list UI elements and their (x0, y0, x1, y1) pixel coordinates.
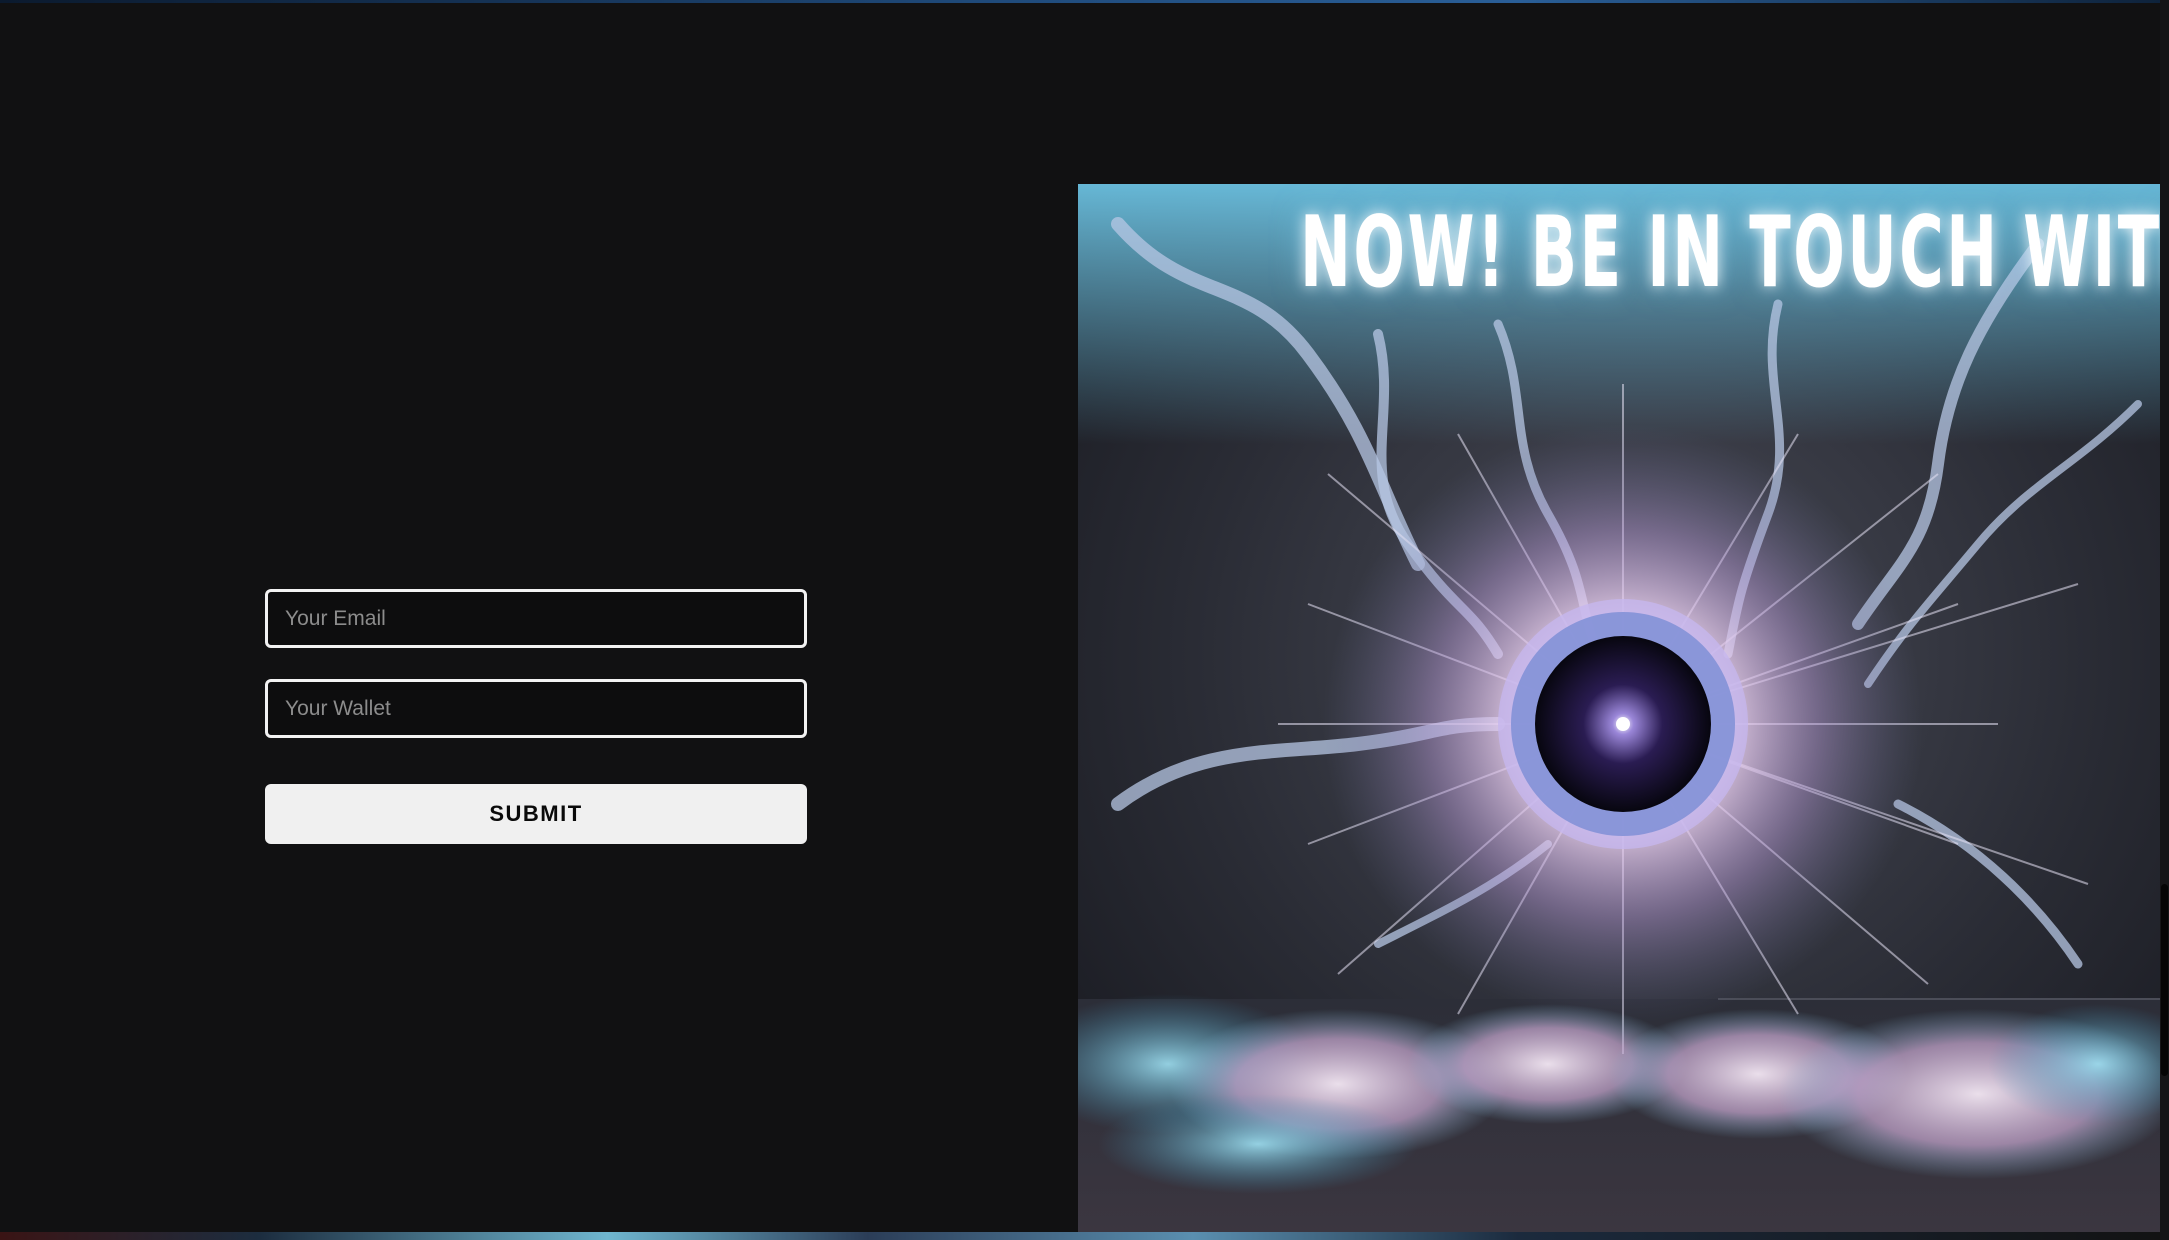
contact-page: SUBMIT (0, 0, 2169, 1240)
top-accent-line (0, 0, 2169, 3)
scrollbar-thumb[interactable] (2161, 884, 2168, 1076)
email-input[interactable] (265, 589, 807, 648)
crystal-eye-illustration (1078, 184, 2160, 1232)
contact-form: SUBMIT (265, 589, 807, 844)
hero-artwork: NOW! BE IN TOUCH WITH US (1078, 184, 2160, 1232)
submit-button[interactable]: SUBMIT (265, 784, 807, 844)
headline: NOW! BE IN TOUCH WITH US (1300, 196, 2160, 310)
next-section-preview (0, 1232, 2169, 1240)
wallet-input[interactable] (265, 679, 807, 738)
